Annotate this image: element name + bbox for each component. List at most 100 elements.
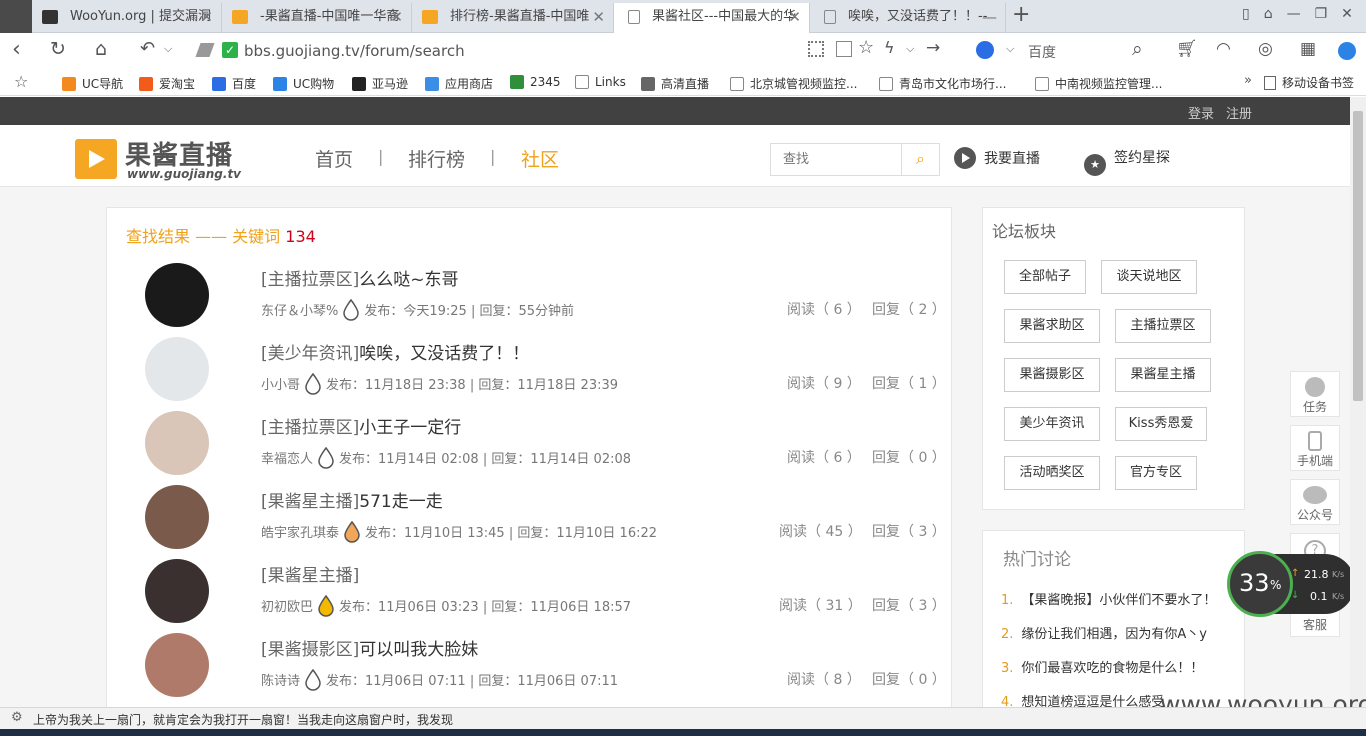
bookmark-item[interactable]: UC导航 xyxy=(62,75,123,92)
scrollbar-thumb[interactable] xyxy=(1353,111,1363,401)
post-title-link[interactable]: [主播拉票区]小王子一定行 xyxy=(261,413,461,438)
close-icon[interactable]: — xyxy=(982,3,997,31)
split-icon[interactable]: ▯ xyxy=(1242,6,1264,22)
home-icon[interactable]: ⌂ xyxy=(95,38,107,60)
post-title-link[interactable]: [美少年资讯]唉唉，又没话费了！！ xyxy=(261,339,529,364)
post-title-link[interactable]: [果酱星主播] xyxy=(261,561,359,586)
forum-section-tag[interactable]: 官方专区 xyxy=(1115,456,1197,490)
post-title[interactable]: 小王子一定行 xyxy=(359,418,461,438)
close-icon[interactable]: ✕ xyxy=(592,3,605,31)
tab-guojiang-home[interactable]: -果酱直播-中国唯一华裔 ✕ xyxy=(222,3,412,33)
chevron-down-icon[interactable]: ⌵ xyxy=(1006,42,1014,56)
bookmark-item[interactable]: Links xyxy=(575,75,626,89)
post-author[interactable]: 初初欧巴 xyxy=(261,600,313,615)
post-author[interactable]: 小小哥 xyxy=(261,378,300,393)
wifi-icon[interactable]: ◠ xyxy=(1216,39,1231,59)
user-avatar[interactable] xyxy=(0,0,32,33)
close-icon[interactable]: ✕ xyxy=(200,3,213,31)
register-link[interactable]: 注册 xyxy=(1226,103,1252,122)
more-bookmarks[interactable]: » xyxy=(1244,73,1252,88)
close-icon[interactable]: ✕ xyxy=(788,3,801,31)
tab-wooyun[interactable]: WooYun.org | 提交漏洞 ✕ xyxy=(32,3,222,33)
tab-community[interactable]: 果酱社区---中国最大的华 ✕ xyxy=(614,3,810,34)
apps-icon[interactable]: ▦ xyxy=(1300,39,1316,59)
post-title-link[interactable]: [果酱星主播]571走一走 xyxy=(261,487,443,512)
post-title[interactable]: 唉唉，又没话费了！！ xyxy=(359,344,529,364)
avatar[interactable] xyxy=(145,559,209,623)
tab-post[interactable]: 唉唉，又没话费了！！-- — xyxy=(810,3,1006,33)
post-author[interactable]: 皓宇家孔琪泰 xyxy=(261,526,339,541)
hot-topic-item[interactable]: 3. 你们最喜欢吃的食物是什么！！ xyxy=(1001,657,1203,676)
bookmark-item[interactable]: 高清直播 xyxy=(641,75,709,92)
post-title[interactable]: 571走一走 xyxy=(359,492,442,512)
network-speed-widget[interactable]: 33 % ↑ 21.8 K/s ↓ 0.1 K/s xyxy=(1227,551,1355,617)
forum-section-tag[interactable]: 果酱星主播 xyxy=(1115,358,1211,392)
bookmark-item[interactable]: 中南视频监控管理... xyxy=(1035,75,1162,92)
post-category[interactable]: [主播拉票区] xyxy=(261,418,359,438)
gear-icon[interactable]: ⚙ xyxy=(11,710,23,725)
nav-home[interactable]: 首页 xyxy=(315,145,353,172)
post-category[interactable]: [主播拉票区] xyxy=(261,270,359,290)
mobile-bookmarks[interactable]: 移动设备书签 xyxy=(1264,74,1354,91)
hot-topic-item[interactable]: 2. 缘份让我们相遇，因为有你A丶y xyxy=(1001,623,1207,642)
star-scout-button[interactable]: ★ 签约星探 xyxy=(1084,147,1170,176)
site-logo[interactable]: 果酱直播 www.guojiang.tv xyxy=(75,137,245,181)
skin-icon[interactable]: ⌂ xyxy=(1264,6,1287,22)
bookmark-item[interactable]: 百度 xyxy=(212,75,256,92)
forum-section-tag[interactable]: 活动晒奖区 xyxy=(1004,456,1100,490)
post-category[interactable]: [果酱星主播] xyxy=(261,566,359,586)
hot-topic-item[interactable]: 1. 【果酱晚报】小伙伴们不要水了！ xyxy=(1001,589,1216,608)
post-title-link[interactable]: [果酱摄影区]可以叫我大脸妹 xyxy=(261,635,478,660)
post-author[interactable]: 东仔＆小琴% xyxy=(261,304,338,319)
star-icon[interactable]: ☆ xyxy=(14,72,28,91)
hot-topic-text[interactable]: 缘份让我们相遇，因为有你A丶y xyxy=(1021,627,1207,642)
forum-section-tag[interactable]: 果酱求助区 xyxy=(1004,309,1100,343)
mobile-button[interactable]: 手机端 xyxy=(1290,425,1340,471)
search-icon[interactable]: ⌕ xyxy=(1132,38,1143,60)
go-live-button[interactable]: 我要直播 xyxy=(954,147,1040,169)
post-category[interactable]: [美少年资讯] xyxy=(261,344,359,364)
nav-community[interactable]: 社区 xyxy=(521,145,559,172)
login-link[interactable]: 登录 xyxy=(1188,103,1214,122)
reader-icon[interactable] xyxy=(836,41,852,57)
bookmark-item[interactable]: UC购物 xyxy=(273,75,334,92)
tab-ranking[interactable]: 排行榜-果酱直播-中国唯 ✕ xyxy=(412,3,614,33)
bookmark-item[interactable]: 2345 xyxy=(510,75,561,89)
chevron-down-icon[interactable]: ⌵ xyxy=(164,42,172,56)
site-search-input[interactable] xyxy=(771,144,901,175)
post-category[interactable]: [果酱星主播] xyxy=(261,492,359,512)
new-tab-button[interactable]: + xyxy=(1012,2,1030,27)
forum-section-tag[interactable]: 全部帖子 xyxy=(1004,260,1086,294)
hot-topic-text[interactable]: 你们最喜欢吃的食物是什么！！ xyxy=(1021,661,1203,676)
close-window-icon[interactable]: ✕ xyxy=(1341,6,1366,22)
reload-icon[interactable]: ↻ xyxy=(50,38,66,60)
forum-section-tag[interactable]: Kiss秀恩爱 xyxy=(1115,407,1207,441)
bookmark-item[interactable]: 青岛市文化市场行... xyxy=(879,75,1006,92)
forward-arrow-icon[interactable]: → xyxy=(926,38,940,58)
post-title[interactable]: 可以叫我大脸妹 xyxy=(359,640,478,660)
avatar[interactable] xyxy=(145,485,209,549)
undo-icon[interactable]: ↶ xyxy=(140,38,155,59)
forum-section-tag[interactable]: 主播拉票区 xyxy=(1115,309,1211,343)
close-icon[interactable]: ✕ xyxy=(390,3,403,31)
post-title-link[interactable]: [主播拉票区]么么哒~东哥 xyxy=(261,265,459,290)
forum-section-tag[interactable]: 谈天说地区 xyxy=(1101,260,1197,294)
task-button[interactable]: 任务 xyxy=(1290,371,1340,417)
avatar[interactable] xyxy=(145,263,209,327)
ad-block-icon[interactable]: ◎ xyxy=(1258,39,1273,59)
search-engine-label[interactable]: 百度 xyxy=(1028,42,1056,62)
avatar[interactable] xyxy=(145,411,209,475)
minimize-icon[interactable]: — xyxy=(1287,6,1315,22)
avatar[interactable] xyxy=(145,337,209,401)
avatar[interactable] xyxy=(145,633,209,697)
bookmark-item[interactable]: 应用商店 xyxy=(425,75,493,92)
wechat-button[interactable]: 公众号 xyxy=(1290,479,1340,525)
post-title[interactable]: 么么哒~东哥 xyxy=(359,270,458,290)
hot-topic-text[interactable]: 【果酱晚报】小伙伴们不要水了！ xyxy=(1021,593,1216,608)
baidu-paw-icon[interactable] xyxy=(976,41,994,59)
nav-ranking[interactable]: 排行榜 xyxy=(408,145,465,172)
site-search-button[interactable]: ⌕ xyxy=(901,144,939,175)
bookmark-item[interactable]: 北京城管视频监控... xyxy=(730,75,857,92)
url-field[interactable]: bbs.guojiang.tv/forum/search xyxy=(244,42,465,60)
uc-logo-icon[interactable] xyxy=(1338,42,1356,60)
